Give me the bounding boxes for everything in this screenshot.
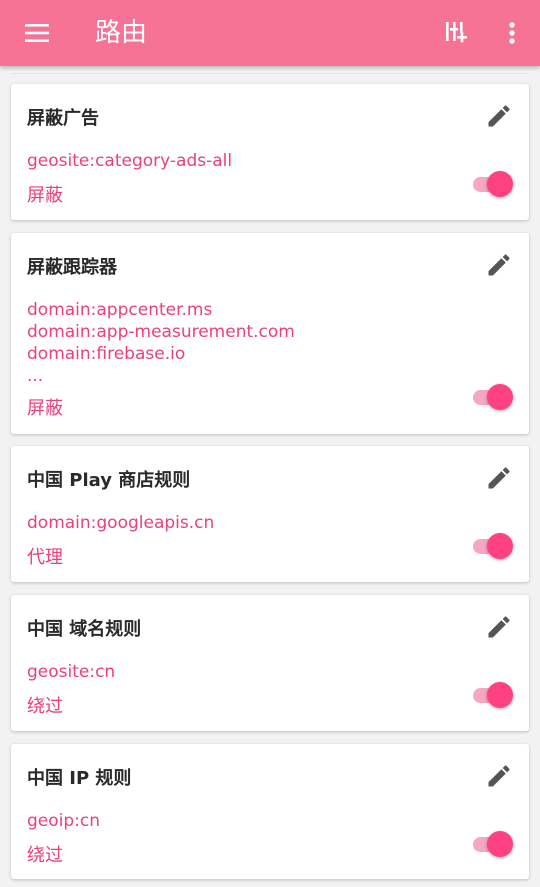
rule-entries: domain:googleapis.cn bbox=[27, 512, 214, 534]
edit-rule-button[interactable] bbox=[485, 251, 513, 279]
rule-enable-switch[interactable] bbox=[471, 383, 515, 411]
rule-entry: geosite:cn bbox=[27, 662, 116, 682]
menu-button[interactable] bbox=[14, 9, 62, 57]
outbound-label: 代理 bbox=[27, 547, 63, 568]
rule-card[interactable]: 中国 域名规则 geosite:cn 绕过 bbox=[11, 595, 529, 731]
rule-list[interactable]: 屏蔽广告 geosite:category-ads-all 屏蔽 屏蔽跟踪器 d… bbox=[0, 66, 540, 887]
rule-entries: domain:appcenter.ms domain:app-measureme… bbox=[27, 299, 295, 387]
rule-title: 中国 IP 规则 bbox=[27, 768, 132, 789]
rule-title: 中国 域名规则 bbox=[27, 619, 142, 640]
edit-icon bbox=[488, 467, 510, 489]
edit-icon bbox=[488, 616, 510, 638]
rule-title: 屏蔽跟踪器 bbox=[27, 257, 117, 278]
rule-entry: domain:googleapis.cn bbox=[27, 513, 215, 533]
rule-enable-switch[interactable] bbox=[471, 532, 515, 560]
rule-entry: domain:app-measurement.com bbox=[27, 322, 295, 342]
more-vert-icon bbox=[509, 22, 515, 44]
rule-card[interactable]: 中国 IP 规则 geoip:cn 绕过 bbox=[11, 744, 529, 879]
rule-title: 中国 Play 商店规则 bbox=[27, 470, 191, 491]
rule-entry: domain:appcenter.ms bbox=[27, 300, 213, 320]
rule-entries: geosite:cn bbox=[27, 661, 115, 683]
rule-entry: geosite:category-ads-all bbox=[27, 151, 233, 171]
outbound-label: 绕过 bbox=[27, 845, 63, 866]
rule-entry: ... bbox=[27, 366, 44, 386]
edit-rule-button[interactable] bbox=[485, 762, 513, 790]
rule-entry: domain:firebase.io bbox=[27, 344, 186, 364]
page-title: 路由 bbox=[95, 18, 148, 48]
rule-entries: geosite:category-ads-all bbox=[27, 150, 232, 172]
rule-entry: geoip:cn bbox=[27, 811, 101, 831]
switch-thumb bbox=[487, 533, 513, 559]
switch-thumb bbox=[487, 384, 513, 410]
menu-icon bbox=[25, 24, 49, 42]
edit-icon bbox=[488, 254, 510, 276]
edit-rule-button[interactable] bbox=[485, 613, 513, 641]
rule-enable-switch[interactable] bbox=[471, 681, 515, 709]
rule-card[interactable]: 中国 Play 商店规则 domain:googleapis.cn 代理 bbox=[11, 446, 529, 582]
rule-title: 屏蔽广告 bbox=[27, 108, 99, 129]
more-options-button[interactable] bbox=[488, 9, 536, 57]
outbound-label: 屏蔽 bbox=[27, 185, 63, 206]
outbound-label: 屏蔽 bbox=[27, 398, 63, 419]
edit-rule-button[interactable] bbox=[485, 102, 513, 130]
app-bar: 路由 bbox=[0, 0, 540, 66]
list-divider bbox=[12, 73, 528, 74]
switch-thumb bbox=[487, 831, 513, 857]
add-rule-icon bbox=[446, 22, 467, 43]
rule-entries: geoip:cn bbox=[27, 810, 100, 832]
rule-enable-switch[interactable] bbox=[471, 830, 515, 858]
rule-card[interactable]: 屏蔽广告 geosite:category-ads-all 屏蔽 bbox=[11, 84, 529, 220]
edit-rule-button[interactable] bbox=[485, 464, 513, 492]
edit-icon bbox=[488, 105, 510, 127]
edit-icon bbox=[488, 765, 510, 787]
rule-card[interactable]: 屏蔽跟踪器 domain:appcenter.ms domain:app-mea… bbox=[11, 233, 529, 434]
switch-thumb bbox=[487, 171, 513, 197]
switch-thumb bbox=[487, 682, 513, 708]
outbound-label: 绕过 bbox=[27, 696, 63, 717]
rule-enable-switch[interactable] bbox=[471, 170, 515, 198]
add-rule-button[interactable] bbox=[434, 9, 482, 57]
